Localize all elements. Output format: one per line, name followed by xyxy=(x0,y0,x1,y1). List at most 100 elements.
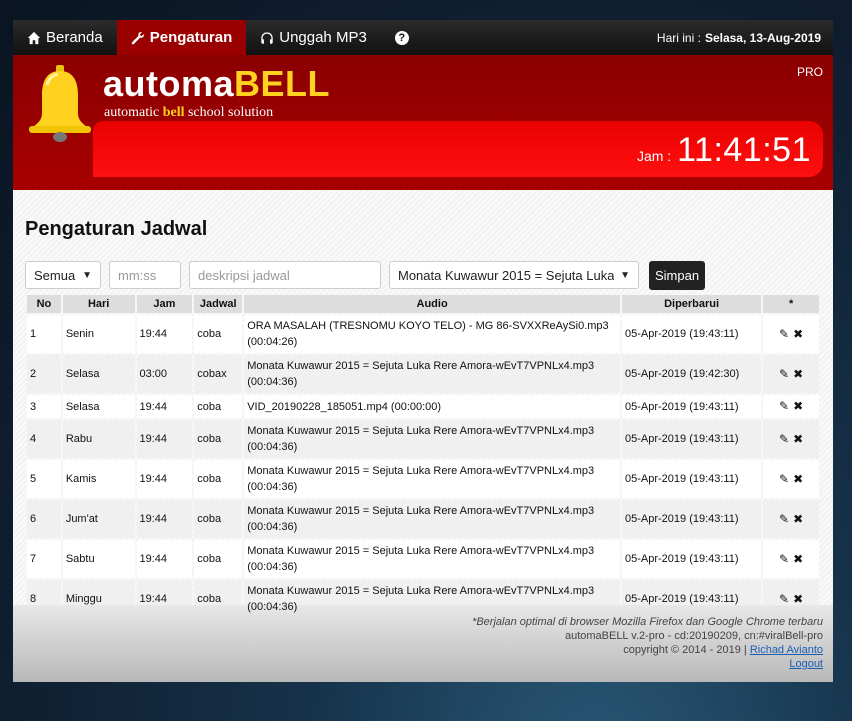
cell-hari: Kamis xyxy=(62,460,135,498)
table-body: 1 Senin 19:44 coba ORA MASALAH (TRESNOMU KOY… xyxy=(27,315,819,618)
col-header-audio: Audio xyxy=(244,295,620,313)
audio-select-value: Monata Kuwawur 2015 = Sejuta Luka xyxy=(398,267,615,283)
delete-icon[interactable]: ✖ xyxy=(793,366,803,382)
edit-icon[interactable]: ✎ xyxy=(779,366,789,382)
nav-pengaturan[interactable]: Pengaturan xyxy=(116,20,247,55)
bell-logo-icon xyxy=(29,65,91,142)
table-row: 6 Jum'at 19:44 coba Monata Kuwawur 2015 = Se… xyxy=(27,500,819,538)
tagline-part-2: school solution xyxy=(184,105,274,120)
tagline-part-1: automatic xyxy=(104,105,163,120)
footer-copyright-line: copyright © 2014 - 2019 | Richad Avianto xyxy=(13,643,823,657)
clock-bar: Jam : 11:41:51 xyxy=(93,121,823,177)
schedule-form: Semua ▼ mm:ss deskripsi jadwal Monata Ku… xyxy=(25,261,821,290)
col-header-actions: * xyxy=(763,295,819,313)
delete-icon[interactable]: ✖ xyxy=(793,431,803,447)
col-header-jam: Jam xyxy=(136,295,193,313)
cell-hari: Selasa xyxy=(62,355,135,393)
col-header-no: No xyxy=(27,295,61,313)
delete-icon[interactable]: ✖ xyxy=(793,551,803,567)
page-title: Pengaturan Jadwal xyxy=(25,218,208,240)
edit-icon[interactable]: ✎ xyxy=(779,591,789,607)
today-value: Selasa, 13-Aug-2019 xyxy=(704,30,821,45)
cell-hari: Sabtu xyxy=(62,540,135,578)
cell-diperbarui: 05-Apr-2019 (19:43:11) xyxy=(621,420,762,458)
col-header-jadwal: Jadwal xyxy=(194,295,243,313)
table-row: 1 Senin 19:44 coba ORA MASALAH (TRESNOMU KOY… xyxy=(27,315,819,353)
nav-unggah-mp3[interactable]: Unggah MP3 xyxy=(246,20,381,55)
brand-tagline: automatic bell school solution xyxy=(104,105,273,121)
cell-actions: ✎ ✖ xyxy=(763,540,819,578)
cell-diperbarui: 05-Apr-2019 (19:43:11) xyxy=(621,460,762,498)
nav-beranda-label: Beranda xyxy=(46,29,103,46)
cell-jam: 19:44 xyxy=(136,540,193,578)
time-input[interactable]: mm:ss xyxy=(109,261,181,289)
cell-actions: ✎ ✖ xyxy=(763,395,819,418)
cell-no: 3 xyxy=(27,395,61,418)
nav-beranda[interactable]: Beranda xyxy=(13,20,117,55)
clock-label: Jam : xyxy=(636,148,672,164)
wrench-icon xyxy=(131,31,144,44)
cell-no: 6 xyxy=(27,500,61,538)
nav-help[interactable]: ? xyxy=(381,20,423,55)
edit-icon[interactable]: ✎ xyxy=(779,398,789,414)
table-header-row: No Hari Jam Jadwal Audio Diperbarui * xyxy=(27,295,819,313)
brand-title: automaBELL xyxy=(103,63,330,105)
logout-link[interactable]: Logout xyxy=(789,658,823,670)
edition-badge: PRO xyxy=(796,65,823,79)
edit-icon[interactable]: ✎ xyxy=(779,511,789,527)
top-navbar: Beranda Pengaturan Unggah MP3 ? Hari ini… xyxy=(13,20,833,55)
tagline-bold: bell xyxy=(162,105,185,120)
cell-hari: Rabu xyxy=(62,420,135,458)
cell-jam: 03:00 xyxy=(136,355,193,393)
nav-unggah-label: Unggah MP3 xyxy=(279,29,367,46)
edit-icon[interactable]: ✎ xyxy=(779,431,789,447)
cell-audio: Monata Kuwawur 2015 = Sejuta Luka Rere A… xyxy=(244,460,620,498)
edit-icon[interactable]: ✎ xyxy=(779,551,789,567)
app-header: automaBELL automatic bell school solutio… xyxy=(13,55,833,190)
audio-select[interactable]: Monata Kuwawur 2015 = Sejuta Luka ▼ xyxy=(389,261,639,289)
cell-hari: Senin xyxy=(62,315,135,353)
cell-jadwal: coba xyxy=(194,315,243,353)
cell-no: 2 xyxy=(27,355,61,393)
cell-jadwal: coba xyxy=(194,500,243,538)
day-select[interactable]: Semua ▼ xyxy=(25,261,101,289)
cell-diperbarui: 05-Apr-2019 (19:43:11) xyxy=(621,500,762,538)
cell-audio: Monata Kuwawur 2015 = Sejuta Luka Rere A… xyxy=(244,420,620,458)
day-select-value: Semua xyxy=(34,267,76,283)
headphones-icon xyxy=(261,31,273,44)
cell-diperbarui: 05-Apr-2019 (19:43:11) xyxy=(621,540,762,578)
cell-hari: Jum'at xyxy=(62,500,135,538)
cell-no: 5 xyxy=(27,460,61,498)
delete-icon[interactable]: ✖ xyxy=(793,511,803,527)
home-icon xyxy=(27,31,41,44)
delete-icon[interactable]: ✖ xyxy=(793,471,803,487)
footer-copyright: copyright © 2014 - 2019 | xyxy=(623,644,747,656)
cell-jadwal: coba xyxy=(194,420,243,458)
clock-time: 11:41:51 xyxy=(677,131,811,169)
schedule-table: No Hari Jam Jadwal Audio Diperbarui * 1S… xyxy=(25,293,821,620)
table-row: 5 Kamis 19:44 coba Monata Kuwawur 2015 = Sej… xyxy=(27,460,819,498)
description-input[interactable]: deskripsi jadwal xyxy=(189,261,381,289)
save-button[interactable]: Simpan xyxy=(649,261,706,290)
footer-note: *Berjalan optimal di browser Mozilla Fir… xyxy=(472,616,823,628)
delete-icon[interactable]: ✖ xyxy=(793,326,803,342)
col-header-diperbarui: Diperbarui xyxy=(621,295,762,313)
cell-jadwal: coba xyxy=(194,540,243,578)
cell-jadwal: coba xyxy=(194,460,243,498)
cell-diperbarui: 05-Apr-2019 (19:42:30) xyxy=(621,355,762,393)
clock: Jam : 11:41:51 xyxy=(637,131,811,170)
cell-jam: 19:44 xyxy=(136,315,193,353)
delete-icon[interactable]: ✖ xyxy=(793,398,803,414)
help-icon: ? xyxy=(394,30,409,45)
edit-icon[interactable]: ✎ xyxy=(779,471,789,487)
author-link[interactable]: Richad Avianto xyxy=(750,644,823,656)
chevron-down-icon: ▼ xyxy=(620,269,630,281)
cell-actions: ✎ ✖ xyxy=(763,355,819,393)
edit-icon[interactable]: ✎ xyxy=(779,326,789,342)
cell-actions: ✎ ✖ xyxy=(763,500,819,538)
chevron-down-icon: ▼ xyxy=(82,269,92,281)
cell-no: 1 xyxy=(27,315,61,353)
today-label: Hari ini : xyxy=(656,30,701,45)
delete-icon[interactable]: ✖ xyxy=(793,591,803,607)
nav-pengaturan-label: Pengaturan xyxy=(149,29,233,46)
